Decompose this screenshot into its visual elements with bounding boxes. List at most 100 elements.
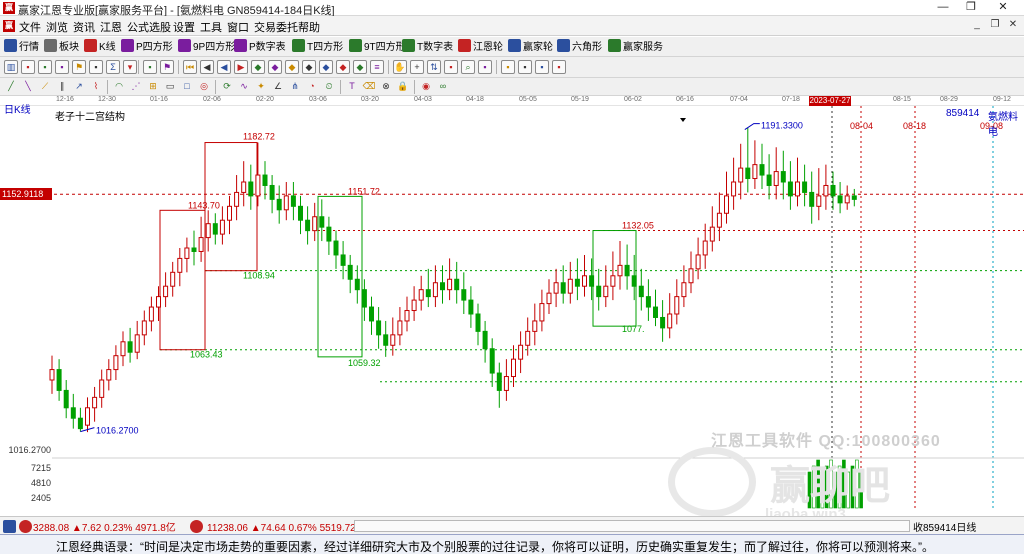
book-icon[interactable]: ▪ bbox=[38, 60, 52, 74]
diamond-icon[interactable]: ◆ bbox=[353, 60, 367, 74]
fibo-icon[interactable]: ⌇ bbox=[89, 80, 103, 94]
cycle2-icon[interactable]: ◔ bbox=[305, 80, 319, 94]
forward-icon[interactable]: ▶ bbox=[234, 60, 248, 74]
letter-a-icon[interactable]: ▪ bbox=[55, 60, 69, 74]
toolbar-button-1[interactable]: 行情 bbox=[4, 39, 39, 55]
menu-tools[interactable]: 工具 bbox=[200, 19, 222, 35]
color-icon[interactable]: ◉ bbox=[419, 80, 433, 94]
lines-icon[interactable]: ≡ bbox=[370, 60, 384, 74]
index1-quote[interactable]: 3288.08 ▲7.62 0.23% 4971.8亿 bbox=[33, 519, 176, 534]
toolbar-button-5[interactable]: 9P四方形 bbox=[178, 39, 235, 55]
car-icon[interactable]: ▪ bbox=[552, 60, 566, 74]
toolbar-button-9[interactable]: T数字表 bbox=[402, 39, 453, 55]
fan-icon[interactable]: ⋰ bbox=[129, 80, 143, 94]
loop-icon[interactable]: ∞ bbox=[436, 80, 450, 94]
toolbar-button-10[interactable]: 江恩轮 bbox=[458, 39, 503, 55]
toolbar-button-13[interactable]: 赢家服务 bbox=[608, 39, 663, 55]
toolbar-button-6[interactable]: P数字表 bbox=[234, 39, 286, 55]
cycle-icon[interactable]: ⟳ bbox=[220, 80, 234, 94]
toolbar-button-2[interactable]: 板块 bbox=[44, 39, 79, 55]
calc-icon[interactable]: ▪ bbox=[501, 60, 515, 74]
gann-icon[interactable]: ✦ bbox=[254, 80, 268, 94]
menu-file[interactable]: 文件 bbox=[19, 19, 41, 35]
magnet-icon[interactable]: ⊗ bbox=[379, 80, 393, 94]
arrows-icon[interactable]: ⇅ bbox=[427, 60, 441, 74]
align-icon[interactable]: ▪ bbox=[143, 60, 157, 74]
close-button[interactable]: ✕ bbox=[990, 0, 1016, 16]
menu-app-icon[interactable]: 赢 bbox=[3, 20, 15, 32]
candle-body bbox=[546, 292, 552, 305]
child-minimize-button[interactable]: _ bbox=[970, 18, 984, 32]
image-icon[interactable]: ▪ bbox=[478, 60, 492, 74]
toolbar-button-7[interactable]: T四方形 bbox=[292, 39, 343, 55]
arc-icon[interactable]: ◠ bbox=[112, 80, 126, 94]
diamond-icon[interactable]: ◆ bbox=[268, 60, 282, 74]
zoom-icon[interactable]: ⌕ bbox=[461, 60, 475, 74]
menu-trade[interactable]: 交易委托 bbox=[254, 19, 298, 35]
pen-icon[interactable]: ╱ bbox=[4, 80, 18, 94]
pan-icon[interactable]: ▪ bbox=[444, 60, 458, 74]
hand-icon[interactable]: ✋ bbox=[393, 60, 407, 74]
flag-red-icon[interactable]: ⚑ bbox=[160, 60, 174, 74]
cross-icon[interactable]: + bbox=[410, 60, 424, 74]
text-icon[interactable]: T bbox=[345, 80, 359, 94]
candle-body bbox=[752, 164, 758, 180]
toolbar-button-8[interactable]: 9T四方形 bbox=[349, 39, 406, 55]
eraser-icon[interactable]: ⌫ bbox=[362, 80, 376, 94]
angle-icon[interactable]: ∠ bbox=[271, 80, 285, 94]
sigma-icon[interactable]: Σ bbox=[106, 60, 120, 74]
menu-settings[interactable]: 设置 bbox=[173, 19, 195, 35]
menu-browse[interactable]: 浏览 bbox=[46, 19, 68, 35]
chevron-down-icon[interactable]: ▾ bbox=[123, 60, 137, 74]
trend-icon[interactable]: ↗ bbox=[72, 80, 86, 94]
pitch-icon[interactable]: ⋔ bbox=[288, 80, 302, 94]
box-icon[interactable]: ▭ bbox=[163, 80, 177, 94]
folder-icon[interactable]: ▪ bbox=[518, 60, 532, 74]
menu-help[interactable]: 帮助 bbox=[298, 19, 320, 35]
status-scrollbar[interactable] bbox=[354, 520, 910, 532]
ray-icon[interactable]: ⟋ bbox=[38, 80, 52, 94]
menu-formula[interactable]: 公式选股 bbox=[127, 19, 171, 35]
child-restore-button[interactable]: ❐ bbox=[988, 18, 1002, 32]
diamond-icon[interactable]: ◆ bbox=[251, 60, 265, 74]
child-close-button[interactable]: ✕ bbox=[1006, 18, 1020, 32]
toolbar-button-3[interactable]: K线 bbox=[84, 39, 116, 55]
spiral-icon[interactable]: ◎ bbox=[197, 80, 211, 94]
minimize-button[interactable]: — bbox=[930, 0, 956, 16]
toolbar-button-11[interactable]: 赢家轮 bbox=[508, 39, 553, 55]
grid-icon[interactable] bbox=[3, 520, 16, 533]
menu-info[interactable]: 资讯 bbox=[73, 19, 95, 35]
diamond-icon[interactable]: ◆ bbox=[336, 60, 350, 74]
bars-icon[interactable]: ▥ bbox=[4, 60, 18, 74]
candle-body bbox=[660, 316, 666, 329]
ruler-icon[interactable]: ▪ bbox=[89, 60, 103, 74]
diamond-icon[interactable]: ◆ bbox=[319, 60, 333, 74]
index2-quote[interactable]: 11238.06 ▲74.64 0.67% 5519.72亿 bbox=[207, 519, 366, 534]
toolbar-button-4[interactable]: P四方形 bbox=[121, 39, 173, 55]
menu-window[interactable]: 窗口 bbox=[227, 19, 249, 35]
square-icon[interactable]: □ bbox=[180, 80, 194, 94]
ruler-date-label: 12-16 bbox=[56, 96, 74, 103]
time-icon[interactable]: ⏲ bbox=[322, 80, 336, 94]
first-icon[interactable]: ⏮ bbox=[183, 60, 197, 74]
menu-gann[interactable]: 江恩 bbox=[100, 19, 122, 35]
restore-button[interactable]: ❐ bbox=[958, 0, 984, 16]
ruler-date-label: 04-03 bbox=[414, 96, 432, 103]
line-icon[interactable]: ╲ bbox=[21, 80, 35, 94]
instrument-code: 859414 bbox=[946, 108, 980, 119]
wave-icon[interactable]: ∿ bbox=[237, 80, 251, 94]
diamond-icon[interactable]: ◆ bbox=[302, 60, 316, 74]
diamond-icon[interactable]: ◆ bbox=[285, 60, 299, 74]
news-icon[interactable]: ▪ bbox=[535, 60, 549, 74]
back-icon[interactable]: ◀ bbox=[217, 60, 231, 74]
toolbar-button-12[interactable]: 六角形 bbox=[557, 39, 602, 55]
grid-icon[interactable]: ⊞ bbox=[146, 80, 160, 94]
candle-body bbox=[248, 181, 254, 197]
candle-body bbox=[369, 306, 374, 322]
grid-icon[interactable]: ▪ bbox=[21, 60, 35, 74]
parallel-icon[interactable]: ∥ bbox=[55, 80, 69, 94]
chart-area[interactable]: 1182.72 1143.70 1108.94 1063.43 1151.72 1059.… bbox=[0, 105, 1024, 523]
flag-icon[interactable]: ⚑ bbox=[72, 60, 86, 74]
prev-icon[interactable]: ◀ bbox=[200, 60, 214, 74]
lock-icon[interactable]: 🔒 bbox=[396, 80, 410, 94]
